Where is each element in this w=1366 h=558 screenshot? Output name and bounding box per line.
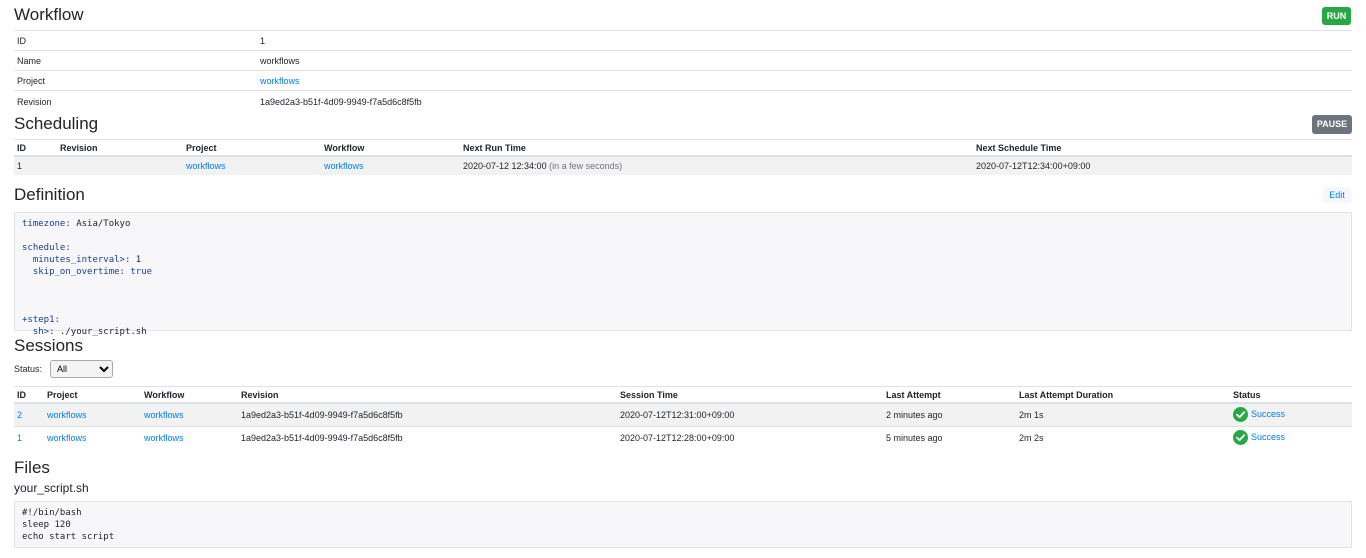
column-header: Project [44, 386, 141, 404]
yaml-value: Asia/Tokyo [70, 219, 131, 229]
schedule-revision [57, 155, 183, 175]
info-value: 1 [257, 30, 1352, 51]
yaml-key: +step1: [22, 315, 60, 325]
scheduling-table: ID Revision Project Workflow Next Run Ti… [14, 139, 1352, 175]
session-workflow-link[interactable]: workflows [144, 433, 184, 443]
column-header: Revision [238, 386, 617, 404]
next-schedule-time: 2020-07-12T12:34:00+09:00 [973, 155, 1352, 175]
session-time: 2020-07-12T12:31:00+09:00 [617, 402, 883, 427]
next-run-relative: (in a few seconds) [549, 161, 623, 171]
session-project-link[interactable]: workflows [47, 410, 87, 420]
yaml-key: minutes_interval>: [22, 255, 131, 265]
column-header: Next Schedule Time [973, 139, 1352, 157]
workflow-page: Workflow RUN ID 1 Name workflows Project… [0, 0, 1366, 558]
files-title: Files [14, 458, 50, 477]
table-header-row: ID Project Workflow Revision Session Tim… [14, 386, 1352, 404]
sessions-table: ID Project Workflow Revision Session Tim… [14, 386, 1352, 449]
column-header: ID [14, 139, 57, 157]
info-key: Revision [14, 90, 257, 112]
next-run-time-value: 2020-07-12 12:34:00 [463, 161, 547, 171]
info-key: Project [14, 70, 257, 91]
pause-button[interactable]: PAUSE [1312, 115, 1352, 134]
status-filter-select[interactable]: All [50, 360, 113, 378]
yaml-value: 1 [130, 255, 142, 265]
column-header: Last Attempt [883, 386, 1016, 404]
info-key: Name [14, 50, 257, 71]
sessions-title: Sessions [14, 336, 83, 355]
edit-definition-link[interactable]: Edit [1323, 187, 1351, 203]
session-time: 2020-07-12T12:28:00+09:00 [617, 426, 883, 449]
session-revision: 1a9ed2a3-b51f-4d09-9949-f7a5d6c8f5fb [238, 426, 617, 449]
yaml-key: schedule: [22, 243, 71, 253]
last-attempt: 5 minutes ago [883, 426, 1016, 449]
info-row-revision: Revision 1a9ed2a3-b51f-4d09-9949-f7a5d6c… [14, 90, 1352, 112]
column-header: Project [183, 139, 321, 157]
yaml-value: true [124, 267, 153, 277]
yaml-key: skip_on_overtime: [22, 267, 125, 277]
last-attempt-duration: 2m 2s [1016, 426, 1230, 449]
column-header: Session Time [617, 386, 883, 404]
session-workflow-link[interactable]: workflows [144, 410, 184, 420]
session-project-link[interactable]: workflows [47, 433, 87, 443]
table-row: 1 workflows workflows 2020-07-12 12:34:0… [14, 155, 1352, 175]
column-header: ID [14, 386, 44, 404]
info-row-name: Name workflows [14, 50, 1352, 71]
session-id-link[interactable]: 1 [17, 433, 22, 443]
session-status-label: Success [1251, 432, 1286, 442]
session-status[interactable]: Success [1233, 429, 1286, 445]
check-circle-icon [1233, 429, 1248, 445]
column-header: Status [1230, 386, 1352, 404]
file-content: #!/bin/bash sleep 120 echo start script [14, 501, 1352, 548]
status-filter-label: Status: [14, 364, 43, 374]
schedule-project-link[interactable]: workflows [186, 161, 226, 171]
session-status[interactable]: Success [1233, 406, 1286, 422]
definition-code: timezone: Asia/Tokyo schedule: minutes_i… [14, 212, 1352, 337]
definition-title: Definition [14, 185, 85, 204]
info-value: workflows [257, 50, 1352, 71]
session-status-label: Success [1251, 409, 1286, 419]
schedule-workflow-link[interactable]: workflows [324, 161, 364, 171]
column-header: Last Attempt Duration [1016, 386, 1230, 404]
next-run-time: 2020-07-12 12:34:00 (in a few seconds) [460, 155, 973, 175]
scheduling-title: Scheduling [14, 114, 99, 133]
workflow-info-table: ID 1 Name workflows Project workflows Re… [14, 30, 1352, 112]
column-header: Workflow [141, 386, 238, 404]
schedule-id: 1 [14, 155, 57, 175]
table-row: 1 workflows workflows 1a9ed2a3-b51f-4d09… [14, 426, 1352, 449]
workflow-title: Workflow [14, 5, 84, 24]
session-revision: 1a9ed2a3-b51f-4d09-9949-f7a5d6c8f5fb [238, 402, 617, 427]
check-circle-icon [1233, 406, 1248, 422]
last-attempt-duration: 2m 1s [1016, 402, 1230, 427]
table-row: 2 workflows workflows 1a9ed2a3-b51f-4d09… [14, 402, 1352, 427]
last-attempt: 2 minutes ago [883, 402, 1016, 427]
session-id-link[interactable]: 2 [17, 410, 22, 420]
file-name: your_script.sh [14, 481, 89, 495]
yaml-key: timezone: [22, 219, 71, 229]
info-key: ID [14, 30, 257, 51]
column-header: Next Run Time [460, 139, 973, 157]
info-row-project: Project workflows [14, 70, 1352, 91]
run-button[interactable]: RUN [1322, 7, 1351, 25]
info-value: 1a9ed2a3-b51f-4d09-9949-f7a5d6c8f5fb [257, 90, 1352, 112]
table-header-row: ID Revision Project Workflow Next Run Ti… [14, 139, 1352, 157]
project-link[interactable]: workflows [260, 76, 300, 86]
column-header: Workflow [321, 139, 460, 157]
info-row-id: ID 1 [14, 30, 1352, 51]
column-header: Revision [57, 139, 183, 157]
